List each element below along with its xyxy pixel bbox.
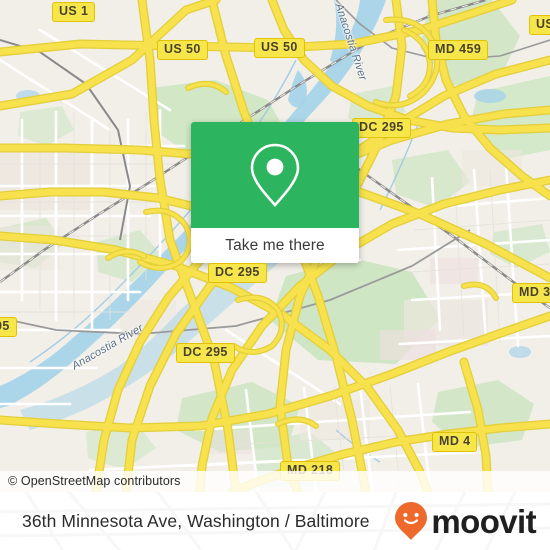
highway-shield-us: US — [529, 15, 550, 36]
highway-shield-95: 95 — [0, 317, 17, 338]
location-popup-card[interactable]: Take me there — [191, 122, 359, 263]
take-me-there-label: Take me there — [225, 236, 325, 254]
highway-shield-md-332: MD 332 — [512, 283, 550, 304]
moovit-wordmark: moovit — [431, 502, 536, 540]
highway-shield-md-459: MD 459 — [428, 40, 489, 61]
take-me-there-button[interactable]: Take me there — [191, 228, 359, 263]
highway-shield-md-4: MD 4 — [432, 432, 478, 453]
highway-shield-dc-295: DC 295 — [352, 118, 411, 139]
highway-shield-dc-295: DC 295 — [176, 343, 235, 364]
moovit-map-screenshot: Anacostia River Anacostia River US 1 US … — [0, 0, 550, 550]
place-title: 36th Minnesota Ave, Washington / Baltimo… — [22, 510, 370, 531]
popup-card-header — [191, 122, 359, 228]
highway-shield-dc-295: DC 295 — [208, 263, 267, 284]
highway-shield-us-1: US 1 — [52, 2, 96, 23]
highway-shield-us-50: US 50 — [157, 40, 208, 61]
highway-shield-us-50: US 50 — [254, 38, 305, 59]
moovit-brand: moovit — [394, 501, 537, 541]
bottom-bar: 36th Minnesota Ave, Washington / Baltimo… — [0, 492, 550, 550]
map-pin-icon — [250, 143, 300, 207]
osm-attribution: © OpenStreetMap contributors — [0, 471, 550, 492]
moovit-smiley-pin-icon — [395, 502, 428, 540]
